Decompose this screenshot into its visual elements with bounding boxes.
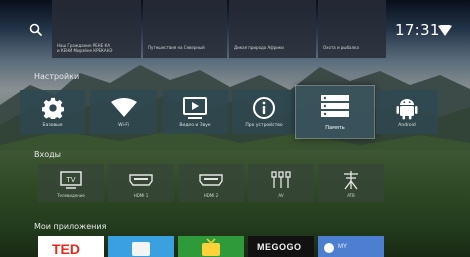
input-label: HDMI 1 <box>133 193 149 198</box>
hdmi-icon <box>129 174 153 186</box>
recent-thumbnail[interactable]: Дикая природа Африки <box>229 0 316 58</box>
tv-app-icon <box>202 238 220 256</box>
tile-label: Android <box>398 123 416 128</box>
hdmi-icon <box>199 174 223 186</box>
app-label: MY <box>338 244 347 250</box>
app-ted[interactable]: TED <box>38 236 104 257</box>
app-blue[interactable] <box>108 236 174 257</box>
tile-label: Базовые <box>42 123 63 128</box>
blue-app-icon <box>132 242 150 256</box>
input-label: ATB <box>347 193 355 198</box>
tile-basic[interactable]: Базовые <box>20 90 85 134</box>
ted-logo: TED <box>52 241 80 257</box>
storage-icon <box>321 95 349 117</box>
av-icon <box>271 171 291 188</box>
app-megogo[interactable]: MEGOGO <box>248 236 314 257</box>
thumbnail-caption: и КЕНИ Мирэйне КРЕКАНЭ <box>57 48 113 53</box>
search-icon[interactable] <box>28 22 44 38</box>
info-icon <box>253 97 275 119</box>
tile-label: Wi-Fi <box>118 123 129 128</box>
tile-wifi[interactable]: Wi-Fi <box>90 90 157 134</box>
input-hdmi1[interactable]: HDMI 1 <box>108 164 174 202</box>
gear-icon <box>41 97 64 119</box>
settings-section-title: Настройки <box>34 72 80 81</box>
video-sound-icon <box>183 97 207 119</box>
wifi-status-icon <box>438 25 452 36</box>
recent-thumbnail[interactable]: Наш Гражданин РЕНЕ КА и КЕНИ Мирэйне КРЕ… <box>52 0 141 58</box>
thumbnail-caption: Дикая природа Африки <box>234 45 284 50</box>
tile-video-sound[interactable]: Видео и Звук <box>162 90 228 134</box>
wifi-icon <box>110 98 137 117</box>
clock: 17:31 <box>395 21 440 39</box>
app-video[interactable]: MY <box>318 236 384 257</box>
tv-icon: TV <box>60 171 82 189</box>
top-bar: Наш Гражданин РЕНЕ КА и КЕНИ Мирэйне КРЕ… <box>0 0 470 68</box>
thumbnail-caption: Путешествия на Северный <box>148 45 205 50</box>
input-tv[interactable]: TV Телевидение <box>38 164 104 202</box>
inputs-section-title: Входы <box>34 150 61 159</box>
android-icon <box>396 99 418 120</box>
tile-label: Видео и Звук <box>179 123 211 128</box>
megogo-logo: MEGOGO <box>257 242 302 252</box>
video-app-icon <box>324 243 334 253</box>
input-av[interactable]: AV <box>248 164 314 202</box>
tile-label: Про устройство <box>245 123 283 128</box>
input-label: Телевидение <box>57 193 85 198</box>
input-label: AV <box>278 193 284 198</box>
tile-storage[interactable]: Память <box>296 86 374 138</box>
recent-thumbnail[interactable]: Охота и рыбалка <box>318 0 386 58</box>
input-label: HDMI 2 <box>203 193 219 198</box>
apps-section-title: Мои приложения <box>34 222 107 231</box>
tile-android[interactable]: Android <box>376 90 438 134</box>
antenna-icon <box>344 171 358 190</box>
app-tv[interactable] <box>178 236 244 257</box>
tile-label: Память <box>325 125 345 131</box>
input-antenna[interactable]: ATB <box>318 164 384 202</box>
input-hdmi2[interactable]: HDMI 2 <box>178 164 244 202</box>
svg-text:TV: TV <box>65 176 75 184</box>
tile-about-device[interactable]: Про устройство <box>232 90 296 134</box>
recent-thumbnail[interactable]: Путешествия на Северный <box>143 0 227 58</box>
thumbnail-caption: Охота и рыбалка <box>323 45 359 50</box>
